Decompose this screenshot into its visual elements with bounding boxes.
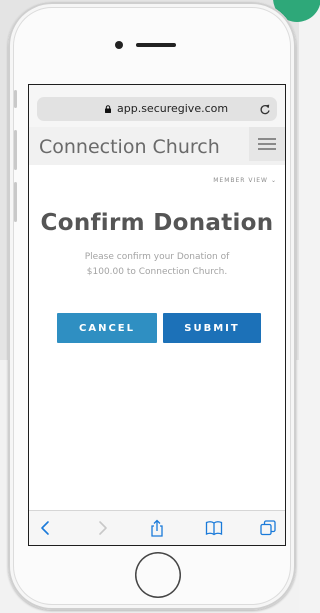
volume-down-button — [14, 182, 17, 222]
home-button[interactable] — [135, 552, 181, 598]
share-icon[interactable] — [148, 519, 166, 537]
lock-icon — [105, 105, 111, 113]
forward-arrow-icon[interactable] — [93, 519, 111, 537]
address-bar[interactable]: app.securegive.com — [37, 97, 277, 121]
member-view-toggle[interactable]: MEMBER VIEW ⌄ — [213, 177, 277, 184]
url-text: app.securegive.com — [117, 102, 229, 115]
earpiece-speaker — [136, 43, 176, 47]
chevron-down-icon: ⌄ — [270, 177, 277, 184]
browser-address-area: app.securegive.com — [29, 85, 285, 127]
reload-icon[interactable] — [259, 102, 271, 116]
hamburger-icon[interactable] — [249, 127, 285, 161]
site-title[interactable]: Connection Church — [39, 136, 220, 158]
cancel-button[interactable]: CANCEL — [57, 313, 157, 343]
bookmarks-icon[interactable] — [205, 519, 223, 537]
submit-button[interactable]: SUBMIT — [163, 313, 261, 343]
back-arrow-icon[interactable] — [37, 519, 55, 537]
volume-up-button — [14, 130, 17, 170]
phone-screen: app.securegive.com Connection Church MEM… — [28, 84, 286, 546]
site-header: Connection Church — [29, 127, 285, 165]
confirm-message: Please confirm your Donation of $100.00 … — [84, 252, 230, 277]
page-title: Confirm Donation — [40, 210, 274, 236]
tabs-icon[interactable] — [259, 519, 277, 537]
front-camera — [115, 41, 123, 49]
member-view-label: MEMBER VIEW — [213, 177, 268, 184]
mute-switch — [14, 90, 17, 108]
browser-toolbar — [29, 510, 285, 545]
